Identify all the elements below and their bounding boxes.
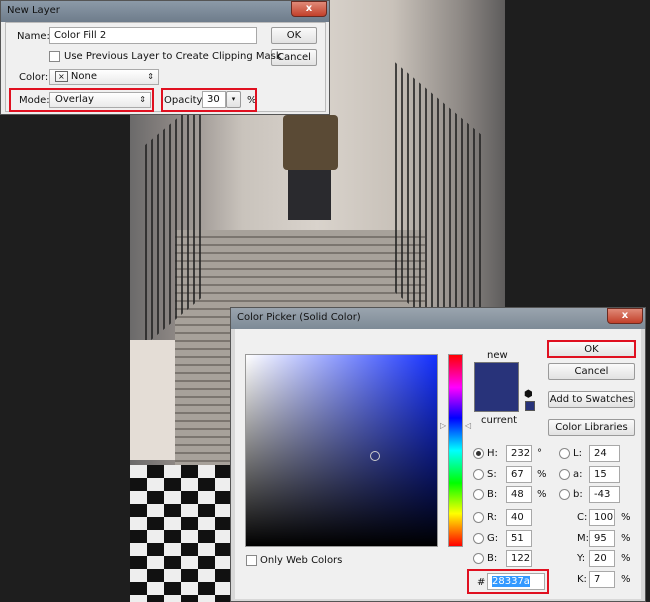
lab-label: b: [573, 489, 583, 500]
title-bar: New Layer [1, 1, 329, 22]
color-select[interactable]: × None ⇕ [49, 69, 159, 85]
rgb-radio-2[interactable] [473, 553, 484, 564]
highlight-hex [467, 569, 549, 594]
rgb-radio-1[interactable] [473, 533, 484, 544]
hsb-radio-0[interactable] [473, 448, 484, 459]
hsb-unit: % [537, 489, 547, 500]
clipping-mask-label: Use Previous Layer to Create Clipping Ma… [64, 51, 282, 62]
color-picker-dialog: Color Picker (Solid Color) x ▷ ◁ new cur… [230, 307, 646, 602]
chevron-updown-icon: ⇕ [147, 72, 154, 81]
pillar [130, 340, 175, 460]
lab-radio-1[interactable] [559, 469, 570, 480]
color-value: None [70, 71, 97, 82]
hsb-radio-1[interactable] [473, 469, 484, 480]
cmyk-unit: % [621, 533, 631, 544]
current-label: current [481, 415, 518, 426]
ok-button[interactable]: OK [271, 27, 317, 44]
cmyk-input[interactable]: 20 [589, 550, 615, 567]
iron-door [288, 170, 331, 220]
title-bar: Color Picker (Solid Color) [231, 308, 645, 329]
color-label: Color: [19, 72, 49, 83]
new-layer-dialog: New Layer x Name: Color Fill 2 OK Cancel… [0, 0, 330, 115]
new-color-swatch [474, 362, 519, 412]
lab-input[interactable]: 15 [589, 466, 620, 483]
lab-radio-0[interactable] [559, 448, 570, 459]
new-label: new [487, 350, 508, 361]
cancel-button[interactable]: Cancel [548, 363, 635, 380]
color-libraries-button[interactable]: Color Libraries [548, 419, 635, 436]
highlight-ok [547, 340, 636, 358]
hue-slider[interactable] [448, 354, 463, 547]
hue-arrow-left-icon[interactable]: ▷ [440, 419, 446, 432]
hue-arrow-right-icon[interactable]: ◁ [465, 419, 471, 432]
clipping-mask-checkbox[interactable] [49, 51, 60, 62]
lab-input[interactable]: 24 [589, 445, 620, 462]
cmyk-label: M: [577, 533, 589, 544]
cmyk-unit: % [621, 512, 631, 523]
rgb-input[interactable]: 51 [506, 530, 532, 547]
name-input[interactable]: Color Fill 2 [49, 27, 257, 44]
hsb-input[interactable]: 232 [506, 445, 532, 462]
wall-plaque [283, 115, 338, 170]
name-label: Name: [17, 31, 50, 42]
hsb-label: H: [487, 448, 498, 459]
rgb-label: B: [487, 553, 498, 564]
gamut-cube-icon[interactable]: ⬢ [524, 388, 533, 401]
cmyk-label: C: [577, 512, 588, 523]
lab-label: L: [573, 448, 582, 459]
dialog-title: Color Picker (Solid Color) [237, 312, 361, 323]
lab-label: a: [573, 469, 583, 480]
lab-radio-2[interactable] [559, 489, 570, 500]
lab-input[interactable]: -43 [589, 486, 620, 503]
rgb-label: G: [487, 533, 499, 544]
dialog-title: New Layer [7, 5, 60, 16]
only-web-colors-checkbox[interactable] [246, 555, 257, 566]
hsb-unit: % [537, 469, 547, 480]
hsb-label: S: [487, 469, 497, 480]
cmyk-label: K: [577, 574, 587, 585]
cmyk-unit: % [621, 553, 631, 564]
rgb-input[interactable]: 122 [506, 550, 532, 567]
cmyk-unit: % [621, 574, 631, 585]
color-cursor[interactable] [370, 451, 380, 461]
cmyk-label: Y: [577, 553, 586, 564]
web-safe-icon[interactable] [525, 401, 535, 411]
hsb-radio-2[interactable] [473, 489, 484, 500]
none-x-icon: × [55, 71, 68, 82]
rgb-label: R: [487, 512, 498, 523]
hsb-label: B: [487, 489, 498, 500]
color-field[interactable] [245, 354, 438, 547]
hsb-unit: ° [537, 448, 542, 459]
hsb-input[interactable]: 67 [506, 466, 532, 483]
cmyk-input[interactable]: 95 [589, 530, 615, 547]
highlight-mode [9, 88, 154, 112]
rgb-radio-0[interactable] [473, 512, 484, 523]
cmyk-input[interactable]: 7 [589, 571, 615, 588]
highlight-opacity [161, 88, 257, 112]
close-button[interactable]: x [607, 308, 643, 324]
rgb-input[interactable]: 40 [506, 509, 532, 526]
checker-floor [130, 465, 230, 602]
cmyk-input[interactable]: 100 [589, 509, 615, 526]
hsb-input[interactable]: 48 [506, 486, 532, 503]
only-web-colors-label: Only Web Colors [260, 555, 343, 566]
close-button[interactable]: x [291, 1, 327, 17]
add-to-swatches-button[interactable]: Add to Swatches [548, 391, 635, 408]
